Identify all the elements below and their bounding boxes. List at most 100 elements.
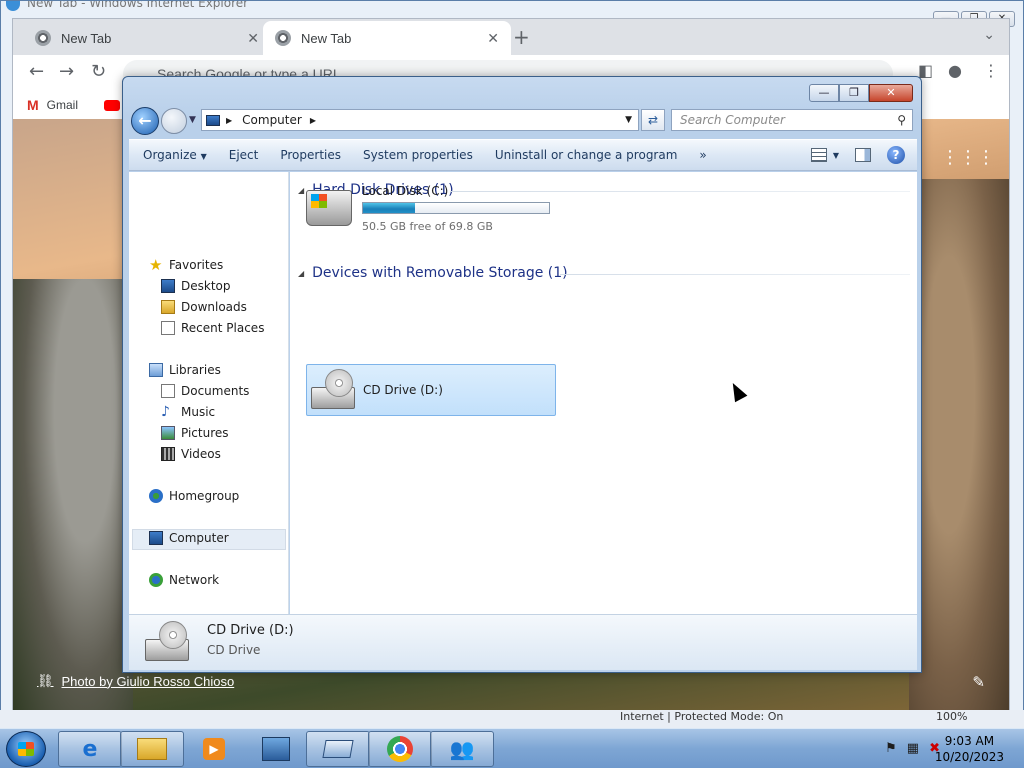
forward-arrow-icon[interactable] (161, 108, 187, 134)
search-icon[interactable]: ⚲ (897, 110, 906, 130)
nav-pictures[interactable]: Pictures (161, 426, 229, 440)
hard-drive-icon (306, 190, 352, 226)
search-input[interactable]: Search Computer ⚲ (671, 109, 913, 131)
organize-button[interactable]: Organize ▼ (129, 148, 218, 162)
group-removable-storage[interactable]: ◢ Devices with Removable Storage (1) (298, 265, 568, 281)
tab-bar: New Tab ✕ New Tab ✕ + ⌄ (13, 19, 1009, 55)
back-arrow-icon[interactable]: ← (131, 107, 159, 135)
computer-icon (149, 531, 163, 545)
apps-grid-icon[interactable]: ⋮⋮⋮ (941, 147, 995, 168)
customize-pencil-icon[interactable]: ✎ (972, 673, 985, 691)
clock[interactable]: 9:03 AM 10/20/2023 (935, 733, 1004, 765)
ie-icon (6, 1, 20, 11)
background-rocks (909, 179, 1009, 719)
nav-label: Favorites (169, 258, 224, 272)
star-icon: ★ (149, 256, 163, 274)
reload-icon[interactable]: ↻ (91, 61, 106, 82)
videos-icon (161, 447, 175, 461)
breadcrumb-arrow-icon[interactable]: ▶ (310, 116, 316, 125)
nav-videos[interactable]: Videos (161, 447, 221, 461)
tab-label: New Tab (61, 30, 112, 46)
taskbar-control-panel-icon[interactable] (244, 731, 308, 767)
recent-pages-chevron-icon[interactable]: ▼ (189, 115, 196, 125)
nav-documents[interactable]: Documents (161, 384, 249, 398)
disk-free-space: 50.5 GB free of 69.8 GB (362, 220, 493, 233)
taskbar-window-icon[interactable] (306, 731, 370, 767)
close-tab-icon[interactable]: ✕ (487, 30, 499, 47)
nav-label: Documents (181, 384, 250, 398)
navigation-pane: ★ Favorites Desktop Downloads Recent Plac… (129, 172, 289, 614)
taskbar-users-icon[interactable]: 👥 (430, 731, 494, 767)
chevron-down-icon[interactable]: ▼ (833, 151, 839, 160)
nav-desktop[interactable]: Desktop (161, 279, 231, 293)
nav-label: Recent Places (181, 321, 265, 335)
bookmark-gmail[interactable]: Gmail (47, 98, 78, 112)
close-icon[interactable]: ✕ (869, 84, 913, 102)
taskbar-chrome-icon[interactable] (368, 731, 432, 767)
disk-usage-fill (363, 203, 415, 213)
forward-arrow-icon[interactable]: → (59, 61, 74, 82)
eject-button[interactable]: Eject (218, 148, 270, 162)
drive-local-disk-c[interactable]: Local Disk (C:) 50.5 GB free of 69.8 GB (306, 182, 566, 236)
ie-titlebar: New Tab - Windows Internet Explorer (1, 1, 1023, 11)
maximize-icon[interactable]: ❐ (839, 84, 869, 102)
drive-cd-d[interactable]: CD Drive (D:) (306, 364, 556, 416)
nav-homegroup[interactable]: Homegroup (149, 489, 239, 503)
taskbar-explorer-folder-icon[interactable] (120, 731, 184, 767)
ie-status-bar: Internet | Protected Mode: On 100% (0, 710, 1024, 728)
properties-button[interactable]: Properties (269, 148, 352, 162)
group-label: Devices with Removable Storage (1) (312, 265, 568, 281)
refresh-icon[interactable]: ⇄ (641, 109, 665, 131)
minimize-icon[interactable]: — (809, 84, 839, 102)
back-arrow-icon[interactable]: ← (29, 61, 44, 82)
disk-usage-bar (362, 202, 550, 214)
documents-icon (161, 384, 175, 398)
preview-pane-icon[interactable] (855, 148, 871, 162)
search-placeholder: Search Computer (680, 113, 785, 127)
tab-new-tab-2[interactable]: New Tab ✕ (263, 21, 511, 55)
homegroup-icon (149, 489, 163, 503)
more-commands-button[interactable]: » (688, 148, 717, 162)
photo-credit-text: Photo by Giulio Rosso Chioso (61, 673, 235, 689)
youtube-icon[interactable] (104, 99, 121, 111)
nav-favorites[interactable]: ★ Favorites (149, 256, 224, 274)
file-list: ◢ Hard Disk Drives (1) Local Disk (C:) 50… (290, 172, 917, 614)
ie-status-text: Internet | Protected Mode: On (620, 710, 784, 723)
nav-computer[interactable]: Computer (149, 531, 229, 545)
close-tab-icon[interactable]: ✕ (247, 30, 259, 47)
breadcrumb-arrow-icon[interactable]: ▶ (226, 116, 232, 125)
address-bar[interactable]: ▶ Computer ▶ ▼ (201, 109, 639, 131)
tab-search-chevron-icon[interactable]: ⌄ (983, 27, 995, 43)
nav-downloads[interactable]: Downloads (161, 300, 247, 314)
drive-name: CD Drive (D:) (363, 383, 443, 397)
start-button[interactable] (6, 731, 46, 767)
nav-label: Network (169, 573, 220, 587)
breadcrumb-computer[interactable]: Computer (242, 113, 302, 127)
change-view-icon[interactable] (810, 148, 827, 162)
nav-label: Videos (181, 447, 221, 461)
explorer-window-controls: — ❐ ✕ (809, 84, 913, 102)
network-icon[interactable]: ▦ (907, 741, 919, 756)
nav-label: Computer (169, 531, 229, 545)
address-dropdown-icon[interactable]: ▼ (625, 115, 632, 125)
tab-new-tab-1[interactable]: New Tab ✕ (23, 21, 271, 55)
menu-kebab-icon[interactable]: ⋮ (983, 61, 999, 80)
tab-label: New Tab (301, 30, 352, 46)
explorer-window: — ❐ ✕ ← ▼ ▶ Computer ▶ ▼ ⇄ Search Comput… (122, 76, 922, 673)
ie-zoom-level[interactable]: 100% (936, 710, 967, 723)
photo-credit-link[interactable]: ⛓ Photo by Giulio Rosso Chioso (37, 673, 234, 689)
taskbar-media-player-icon[interactable]: ▶ (182, 731, 246, 767)
nav-recent-places[interactable]: Recent Places (161, 321, 264, 335)
uninstall-program-button[interactable]: Uninstall or change a program (484, 148, 689, 162)
action-center-flag-icon[interactable]: ⚑ (885, 741, 897, 756)
taskbar-internet-explorer-icon[interactable]: e (58, 731, 122, 767)
mouse-cursor-icon (726, 379, 748, 403)
drive-name: Local Disk (C:) (362, 184, 449, 198)
nav-music[interactable]: ♪ Music (161, 405, 215, 419)
nav-network[interactable]: Network (149, 573, 219, 587)
profile-avatar-icon[interactable]: ● (948, 61, 962, 80)
nav-libraries[interactable]: Libraries (149, 363, 221, 377)
system-properties-button[interactable]: System properties (352, 148, 484, 162)
new-tab-plus-icon[interactable]: + (513, 25, 530, 49)
help-icon[interactable]: ? (887, 146, 905, 164)
